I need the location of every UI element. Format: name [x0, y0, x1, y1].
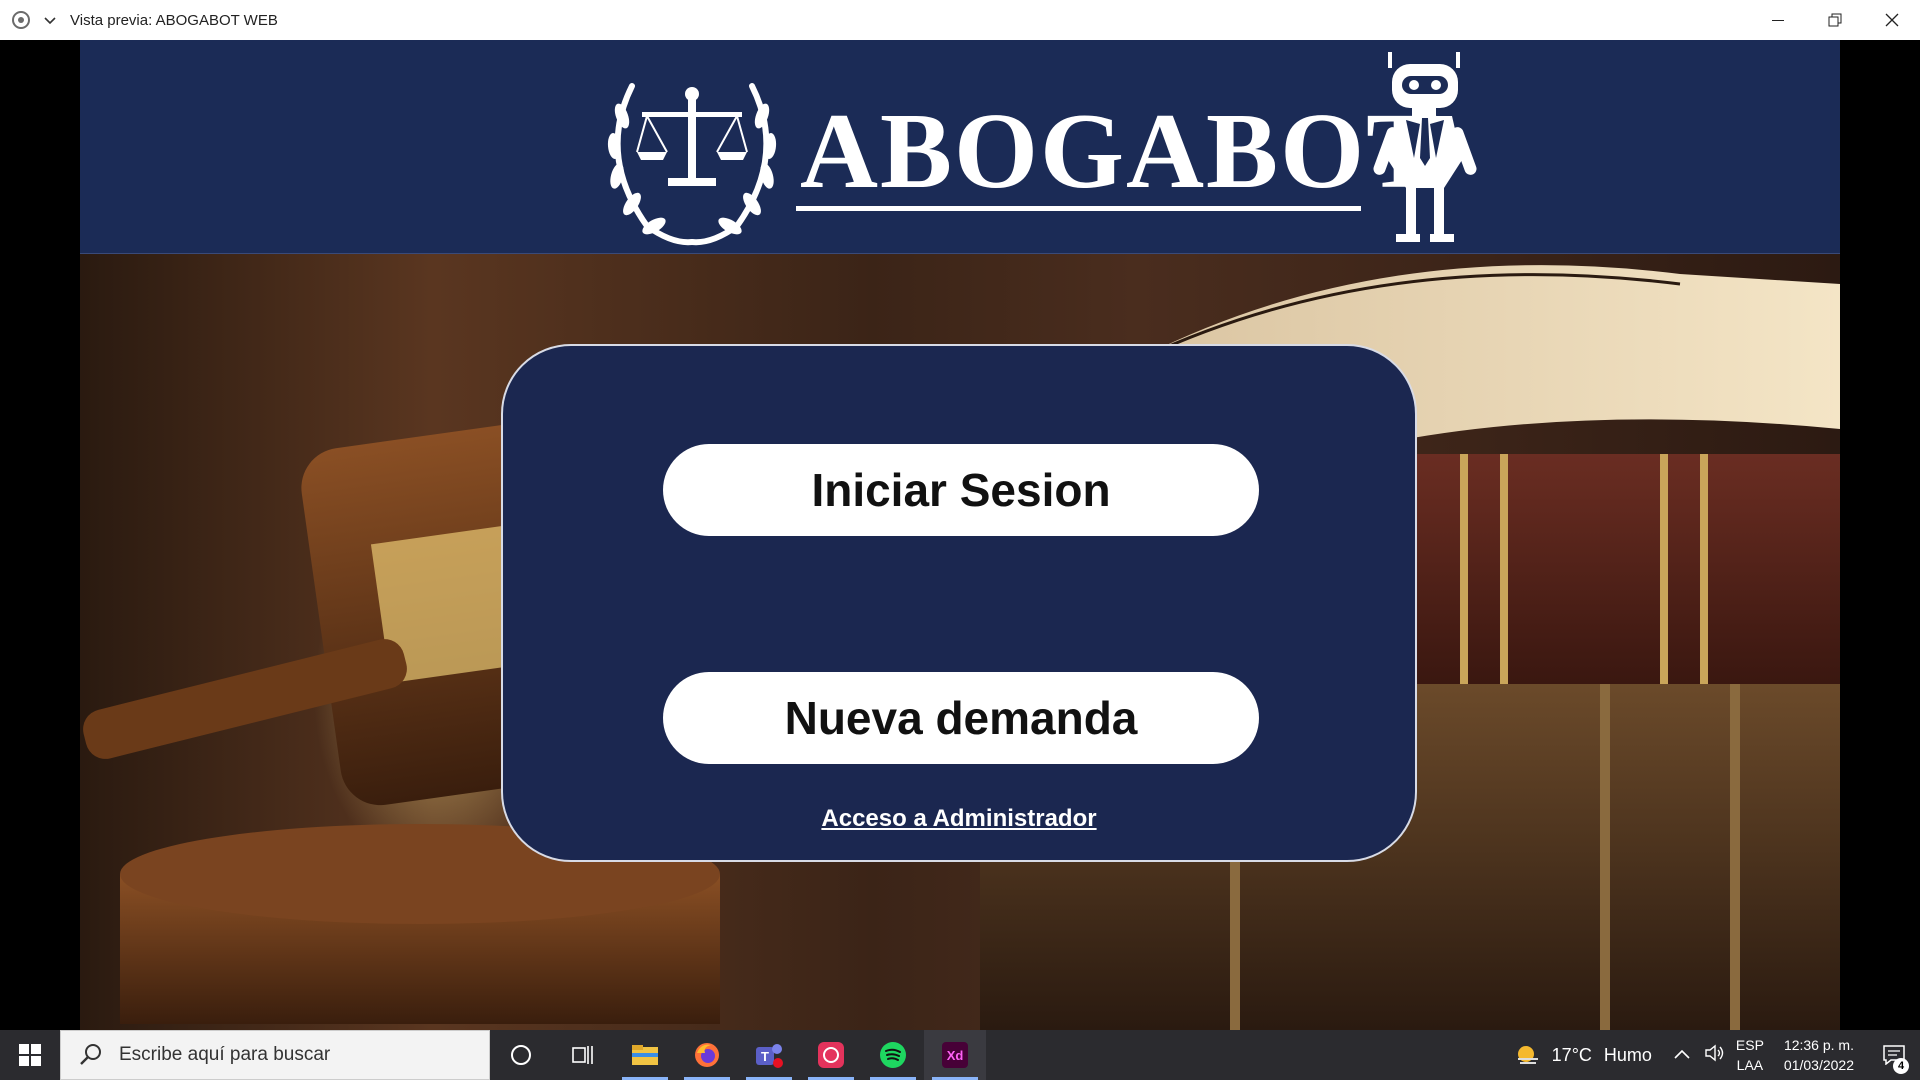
- windows-logo-icon: [19, 1044, 41, 1066]
- close-button[interactable]: [1863, 0, 1920, 40]
- brand-name: ABOGABOT: [800, 92, 1441, 211]
- search-placeholder: Escribe aquí para buscar: [119, 1044, 331, 1065]
- preview-canvas: ABOGABOT Iniciar Sesion Nueva demanda Ac…: [80, 40, 1840, 1030]
- notification-center-button[interactable]: 4: [1874, 1030, 1914, 1080]
- new-claim-button[interactable]: Nueva demanda: [663, 672, 1259, 764]
- minimize-button[interactable]: [1749, 0, 1806, 40]
- clock-time: 12:36 p. m.: [1783, 1037, 1854, 1053]
- welcome-card: Iniciar Sesion Nueva demanda Acceso a Ad…: [501, 344, 1417, 862]
- teams-icon[interactable]: T: [738, 1030, 800, 1080]
- window-titlebar: Vista previa: ABOGABOT WEB: [0, 0, 1920, 40]
- speaker-icon[interactable]: [1704, 1044, 1726, 1067]
- site-header: ABOGABOT: [80, 40, 1840, 254]
- restore-icon: [1828, 13, 1841, 27]
- file-explorer-icon[interactable]: [614, 1030, 676, 1080]
- clock[interactable]: 12:36 p. m. 01/03/2022: [1784, 1035, 1854, 1075]
- system-tray: 17°C Humo ESP LAA 12:36 p. m. 01/03/2022…: [1514, 1030, 1920, 1080]
- abogabot-logo[interactable]: ABOGABOT: [520, 48, 1477, 248]
- taskbar-search-box[interactable]: Escribe aquí para buscar: [60, 1030, 490, 1080]
- admin-access-link[interactable]: Acceso a Administrador: [821, 805, 1096, 832]
- chevron-up-icon[interactable]: [1674, 1046, 1690, 1064]
- app-record-icon: [12, 11, 30, 29]
- start-button[interactable]: [0, 1030, 60, 1080]
- window-title: Vista previa: ABOGABOT WEB: [70, 11, 278, 29]
- login-button[interactable]: Iniciar Sesion: [663, 444, 1259, 536]
- scales-of-justice-laurel-icon: [607, 83, 777, 246]
- chevron-down-icon[interactable]: [44, 13, 56, 28]
- svg-text:Xd: Xd: [947, 1048, 964, 1063]
- cortana-icon[interactable]: [490, 1030, 552, 1080]
- close-icon: [1885, 13, 1898, 27]
- creative-cloud-icon[interactable]: [800, 1030, 862, 1080]
- robot-mascot-icon: [1373, 52, 1477, 242]
- restore-button[interactable]: [1806, 0, 1863, 40]
- admin-access-link-container: Acceso a Administrador: [503, 805, 1415, 833]
- svg-text:T: T: [761, 1049, 769, 1064]
- window-controls: [1749, 0, 1920, 40]
- adobe-xd-icon[interactable]: Xd: [924, 1030, 986, 1080]
- firefox-icon[interactable]: [676, 1030, 738, 1080]
- task-view-icon[interactable]: [552, 1030, 614, 1080]
- clock-date: 01/03/2022: [1783, 1057, 1854, 1073]
- weather-widget[interactable]: 17°C Humo: [1514, 1043, 1652, 1067]
- search-icon: [80, 1044, 101, 1065]
- spotify-icon[interactable]: [862, 1030, 924, 1080]
- notification-count-badge: 4: [1893, 1058, 1909, 1074]
- weather-condition: Humo: [1603, 1044, 1652, 1065]
- keyboard-layout: LAA: [1736, 1057, 1764, 1073]
- weather-temperature: 17°C: [1551, 1044, 1592, 1065]
- windows-taskbar: Escribe aquí para buscar T Xd 17°C Humo: [0, 1030, 1920, 1080]
- input-language[interactable]: ESP LAA: [1736, 1035, 1764, 1075]
- weather-sun-haze-icon: [1517, 1046, 1538, 1064]
- brand-underline: [796, 206, 1361, 211]
- language-code: ESP: [1735, 1037, 1764, 1053]
